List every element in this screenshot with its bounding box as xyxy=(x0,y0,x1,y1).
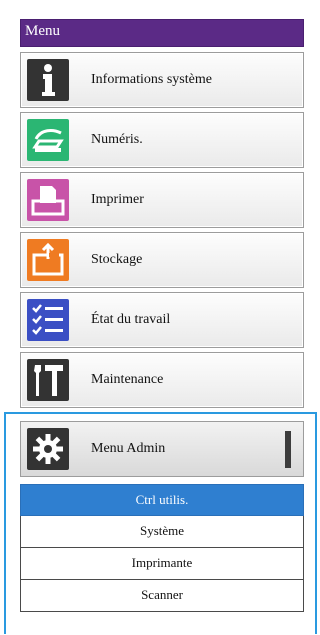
storage-icon xyxy=(27,239,69,281)
menu-item-print[interactable]: Imprimer xyxy=(20,172,304,228)
menu-item-label: Informations système xyxy=(91,72,212,87)
menu-item-label: Maintenance xyxy=(91,372,164,387)
expand-indicator xyxy=(285,431,291,468)
menu-header: Menu xyxy=(20,19,304,47)
menu-item-system-info[interactable]: Informations système xyxy=(20,52,304,108)
menu-item-label: Stockage xyxy=(91,252,143,267)
print-icon xyxy=(27,179,69,221)
job-status-icon xyxy=(27,299,69,341)
menu-item-label: Numéris. xyxy=(91,132,143,147)
maintenance-icon xyxy=(27,359,69,401)
submenu-item-printer[interactable]: Imprimante xyxy=(20,548,304,580)
submenu-item-scanner[interactable]: Scanner xyxy=(20,580,304,612)
menu-item-label: État du travail xyxy=(91,312,171,327)
menu-admin-label: Menu Admin xyxy=(91,441,166,456)
admin-submenu: Ctrl utilis. Système Imprimante Scanner xyxy=(20,484,304,612)
menu-title: Menu xyxy=(25,23,60,39)
submenu-item-system[interactable]: Système xyxy=(20,516,304,548)
menu-item-label: Imprimer xyxy=(91,192,144,207)
main-menu: Informations système Numéris. Imprimer S… xyxy=(20,52,304,412)
submenu-item-user-control[interactable]: Ctrl utilis. xyxy=(20,484,304,516)
menu-admin-button[interactable]: Menu Admin xyxy=(20,421,304,477)
menu-item-maintenance[interactable]: Maintenance xyxy=(20,352,304,408)
menu-item-job-status[interactable]: État du travail xyxy=(20,292,304,348)
menu-item-storage[interactable]: Stockage xyxy=(20,232,304,288)
menu-item-scan[interactable]: Numéris. xyxy=(20,112,304,168)
scan-icon xyxy=(27,119,69,161)
info-icon xyxy=(27,59,69,101)
gear-icon xyxy=(27,428,69,470)
